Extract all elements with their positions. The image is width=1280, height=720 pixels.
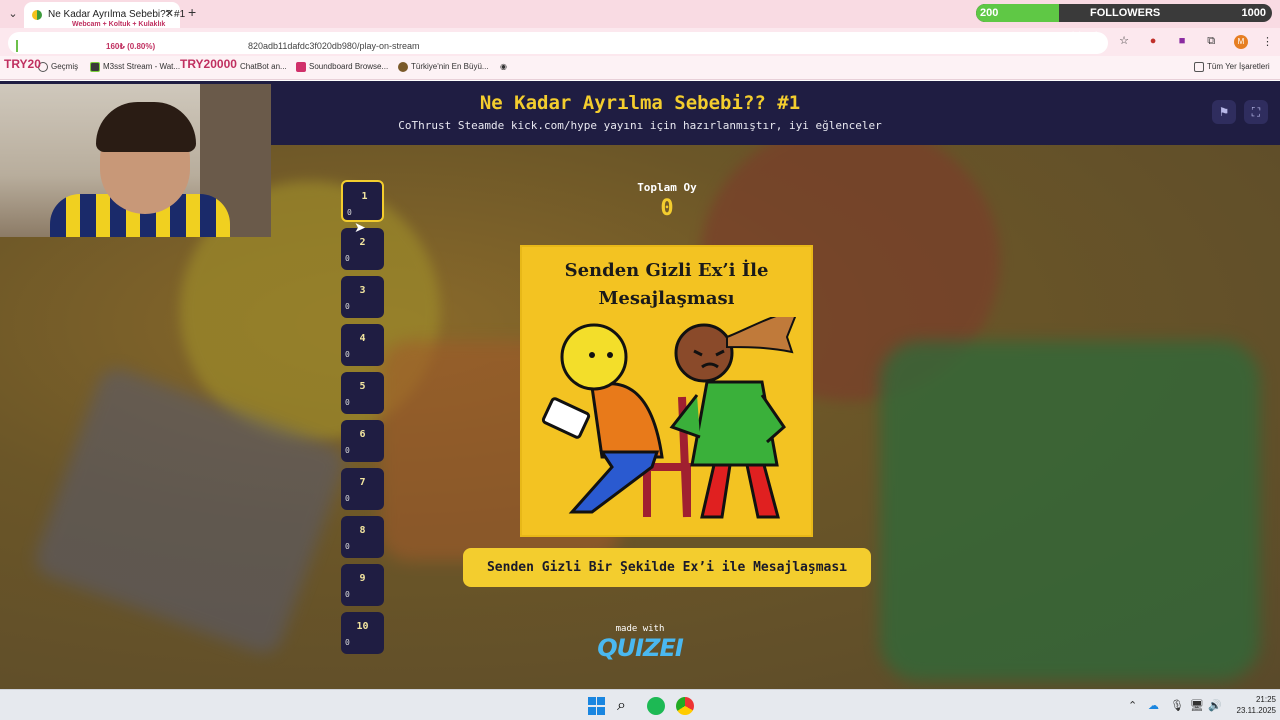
question-card: Senden Gizli Ex’i İle Mesajlaşması — [520, 245, 813, 537]
choice-votes: 0 — [345, 494, 350, 503]
followers-goal-bar: 200 FOLLOWERS 1000 — [976, 4, 1272, 22]
choice-votes: 0 — [345, 302, 350, 311]
extension-purple-icon[interactable]: ■ — [1176, 35, 1188, 47]
choice-number: 2 — [359, 237, 366, 248]
tab-bar: ⌄ Ne Kadar Ayrılma Sebebi?? #1 ✕ + Webca… — [0, 0, 1280, 28]
choice-number: 8 — [359, 525, 366, 536]
windows-start-icon[interactable] — [588, 697, 606, 715]
mouse-cursor-icon: ➤ — [354, 219, 366, 235]
url-field[interactable]: 160₺ (0.80%) 820adb11dafdc3f020db980/pla… — [8, 32, 1108, 54]
all-bookmarks[interactable]: Tüm Yer İşaretleri — [1194, 62, 1270, 72]
webcam-overlay — [0, 84, 271, 237]
bookmark-m3sst[interactable]: M3sst Stream - Wat... — [90, 62, 180, 72]
choice-votes: 0 — [345, 254, 350, 263]
followers-goal-min: 200 — [980, 7, 999, 19]
card-title-line2: Mesajlaşması — [598, 288, 735, 309]
search-icon[interactable]: ⌕ — [617, 697, 635, 715]
choice-number: 1 — [361, 191, 368, 202]
stream-overlay-webcam-text: Webcam + Koltuk + Kulaklık — [72, 21, 166, 28]
volume-icon[interactable]: 🔊 — [1208, 699, 1222, 712]
globe-icon[interactable]: ◉ — [500, 62, 507, 71]
card-title-line1: Senden Gizli Ex’i İle — [564, 260, 769, 281]
last-follower-overlay: Son takipçi: — [1034, 29, 1102, 44]
choice-button-5[interactable]: 50 — [341, 372, 384, 414]
quizei-logo[interactable]: QUIZEI — [580, 634, 700, 662]
choice-votes: 0 — [345, 638, 350, 647]
background-blur-shape — [880, 341, 1260, 681]
choice-button-9[interactable]: 90 — [341, 564, 384, 606]
extension-red-icon[interactable]: ● — [1147, 35, 1159, 47]
choice-button-1[interactable]: 10 — [341, 180, 384, 222]
followers-goal-max: 1000 — [1241, 7, 1266, 19]
bookmark-history[interactable]: Geçmiş — [38, 62, 78, 72]
bookmark-chatbot[interactable]: ChatBot an... — [240, 62, 287, 71]
choice-number: 5 — [359, 381, 366, 392]
all-bookmarks-label: Tüm Yer İşaretleri — [1207, 62, 1270, 72]
turkiye-icon — [398, 62, 408, 72]
profile-avatar[interactable]: M — [1234, 35, 1248, 49]
soundboard-icon — [296, 62, 306, 72]
address-bar-icons: ☆ ● ■ ⧉ — [1118, 35, 1231, 47]
choice-number: 6 — [359, 429, 366, 440]
stream-overlay-try-mid: TRY20000 — [180, 57, 237, 71]
sub-goal-fill — [16, 40, 18, 52]
choice-number: 3 — [359, 285, 366, 296]
choice-number: 7 — [359, 477, 366, 488]
folder-icon — [1194, 62, 1204, 72]
chrome-icon[interactable] — [676, 697, 694, 715]
extensions-puzzle-icon[interactable]: ⧉ — [1205, 35, 1217, 47]
onedrive-icon[interactable]: ☁ — [1148, 699, 1159, 712]
followers-goal-label: FOLLOWERS — [1090, 7, 1161, 19]
choice-number: 10 — [356, 621, 369, 632]
choice-button-10[interactable]: 10 0 — [341, 612, 384, 654]
choice-votes: 0 — [345, 446, 350, 455]
choice-button-3[interactable]: 30 — [341, 276, 384, 318]
webcam-person-hair — [96, 102, 196, 152]
report-flag-button[interactable]: ⚑ — [1212, 100, 1236, 124]
m3sst-icon — [90, 62, 100, 72]
choice-button-6[interactable]: 60 — [341, 420, 384, 462]
bookmark-label: Türkiye'nin En Büyü... — [411, 62, 489, 72]
answer-button[interactable]: Senden Gizli Bir Şekilde Ex’i ile Mesajl… — [463, 548, 871, 587]
url-text[interactable]: 820adb11dafdc3f020db980/play-on-stream — [248, 41, 419, 51]
bookmark-soundboard[interactable]: Soundboard Browse... — [296, 62, 388, 72]
total-votes-label: Toplam Oy — [637, 181, 697, 194]
choice-number: 9 — [359, 573, 366, 584]
choice-button-4[interactable]: 40 — [341, 324, 384, 366]
taskbar: ⌕ ⌃ ☁ 🎙 🖥 🔊 21:25 23.11.2025 — [0, 689, 1280, 720]
new-tab-icon[interactable]: + — [188, 4, 196, 20]
microphone-icon[interactable]: 🎙 — [1170, 699, 1184, 712]
choice-votes: 0 — [345, 542, 350, 551]
total-votes-value: 0 — [660, 196, 674, 221]
card-illustration — [541, 317, 797, 519]
bookmark-label: Soundboard Browse... — [309, 62, 389, 72]
network-icon[interactable]: 🖥 — [1190, 699, 1204, 712]
tab-favicon-icon — [32, 10, 42, 20]
bookmark-label: ChatBot an... — [240, 62, 287, 71]
bookmark-label: M3sst Stream - Wat... — [103, 62, 181, 72]
browser-menu-icon[interactable]: ⋮ — [1262, 35, 1273, 48]
choice-votes: 0 — [345, 350, 350, 359]
bookmark-star-icon[interactable]: ☆ — [1118, 35, 1130, 47]
taskbar-clock[interactable]: 21:25 23.11.2025 — [1228, 694, 1276, 716]
choice-votes: 0 — [345, 398, 350, 407]
choice-votes: 0 — [347, 208, 352, 217]
choice-number: 4 — [359, 333, 366, 344]
clock-time: 21:25 — [1255, 695, 1276, 704]
spotify-icon[interactable] — [647, 697, 665, 715]
card-title: Senden Gizli Ex’i İle Mesajlaşması — [522, 257, 811, 313]
tray-chevron-icon[interactable]: ⌃ — [1128, 699, 1137, 712]
clock-date: 23.11.2025 — [1236, 706, 1276, 715]
tab-close-icon[interactable]: ✕ — [165, 7, 174, 20]
choice-votes: 0 — [345, 590, 350, 599]
bookmark-label: Geçmiş — [51, 62, 79, 72]
sub-goal-text: 160₺ (0.80%) — [106, 42, 156, 51]
choice-button-8[interactable]: 80 — [341, 516, 384, 558]
made-with-label: made with — [615, 624, 665, 634]
stream-overlay-try-left: TRY20 — [4, 57, 41, 71]
bookmark-turkiye[interactable]: Türkiye'nin En Büyü... — [398, 62, 489, 72]
fullscreen-button[interactable]: ⛶ — [1244, 100, 1268, 124]
choice-button-7[interactable]: 70 — [341, 468, 384, 510]
tab-search-dropdown-icon[interactable]: ⌄ — [4, 5, 22, 23]
